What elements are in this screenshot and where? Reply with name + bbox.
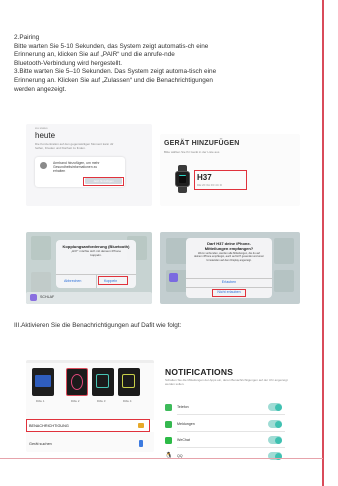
pairing-dialog: Kopplungsanforderung (Bluetooth) „H37“ m…: [56, 240, 136, 288]
sleep-label: SCHLAF: [40, 295, 55, 299]
watch-icon: [174, 165, 191, 193]
phone-icon: [139, 440, 143, 447]
watch-face-3[interactable]: [92, 368, 114, 396]
band-icon: [40, 162, 47, 169]
add-device-subtitle: Bitte wählen Sie Ihr Gerät in der Liste …: [164, 150, 220, 154]
add-device-title: GERÄT HINZUFÜGEN: [164, 140, 240, 147]
face-label: DIAL 3: [97, 399, 106, 403]
instruction-line: 3.Bitte warten Sie 5–10 Sekunden. Das Sy…: [14, 68, 217, 76]
cancel-button[interactable]: Abbrechen: [64, 279, 81, 283]
instruction-line: 2.Pairing: [14, 34, 40, 41]
notification-highlight-box: [26, 419, 150, 432]
toggle-switch[interactable]: [268, 403, 282, 411]
messages-app-icon: [165, 421, 172, 428]
notifications-title: NOTIFICATIONS: [165, 367, 234, 377]
face-label: DIAL 1: [36, 399, 45, 403]
page-bottom-line: [0, 458, 323, 459]
permission-dialog: Darf H37 deine iPhone-Mitteilungen empfa…: [186, 238, 272, 298]
status-tag: ios status: [35, 126, 48, 130]
watch-face-4[interactable]: [118, 368, 140, 396]
face-label: DIAL 2: [71, 399, 80, 403]
permission-title: Darf H37 deine iPhone-Mitteilungen empfa…: [204, 241, 254, 251]
manual-page: 2.Pairing Bitte warten Sie 5-10 Sekunden…: [0, 0, 338, 486]
notifications-description: Schalten Sie die Mitteilungen der Apps e…: [165, 378, 288, 386]
deny-highlight-box: [212, 288, 246, 297]
add-band-card: Armband hinzufügen, um mehr Gesundheitsi…: [35, 157, 125, 187]
instructions-text: 2.Pairing Bitte warten Sie 5-10 Sekunden…: [14, 34, 314, 94]
instruction-line: Bitte warten Sie 5-10 Sekunden, das Syst…: [14, 42, 209, 50]
pairing-title: Kopplungsanforderung (Bluetooth): [62, 244, 130, 249]
toggle-switch[interactable]: [268, 420, 282, 428]
watch-face-2[interactable]: [66, 368, 88, 396]
section3-heading: III.Aktivieren Sie die Benachrichtigunge…: [14, 322, 182, 329]
wechat-app-icon: [165, 437, 172, 444]
instruction-line: werden angezeigt.: [14, 85, 67, 93]
watch-settings-screenshot: DIAL 1 DIAL 2 DIAL 3 DIAL 4 BENACHRICHTI…: [26, 360, 154, 452]
notification-app-row: Telefon: [165, 402, 285, 416]
today-subtitle: Die Konzentration auf den gegenwärtigen …: [35, 142, 114, 150]
highlight-box: [83, 176, 124, 186]
allow-button[interactable]: Erlauben: [186, 280, 272, 284]
page-margin-line: [322, 0, 324, 486]
instruction-line: Bluetooth-Verbindung wird hergestellt.: [14, 59, 122, 67]
find-device-row[interactable]: Gerät suchen: [26, 438, 154, 450]
today-screenshot: ios status heute Die Konzentration auf d…: [26, 124, 152, 206]
notification-app-row: WeChat: [165, 435, 285, 449]
permission-body: Wenn verbunden, werden alle Mitteilungen…: [194, 252, 264, 262]
toggle-switch[interactable]: [268, 436, 282, 444]
instruction-line: Erinnerung an, klicken Sie auf „PAIR“ un…: [14, 51, 175, 59]
phone-app-icon: [165, 404, 172, 411]
watch-face-1[interactable]: [32, 368, 54, 396]
notification-app-row: Meldungen: [165, 419, 285, 433]
sleep-icon: [30, 294, 37, 301]
add-band-text: Armband hinzufügen, um mehr Gesundheitsi…: [53, 161, 100, 174]
pairing-body: „H37“ möchte sich mit deinem iPhone kopp…: [70, 249, 122, 257]
moon-icon: [169, 273, 178, 282]
face-label: DIAL 4: [123, 399, 132, 403]
pair-highlight-box: [98, 276, 128, 285]
device-highlight-box: [194, 170, 247, 190]
today-title: heute: [35, 131, 56, 140]
instruction-line: Erinnerung an. Klicken Sie auf „Zulassen…: [14, 76, 213, 84]
